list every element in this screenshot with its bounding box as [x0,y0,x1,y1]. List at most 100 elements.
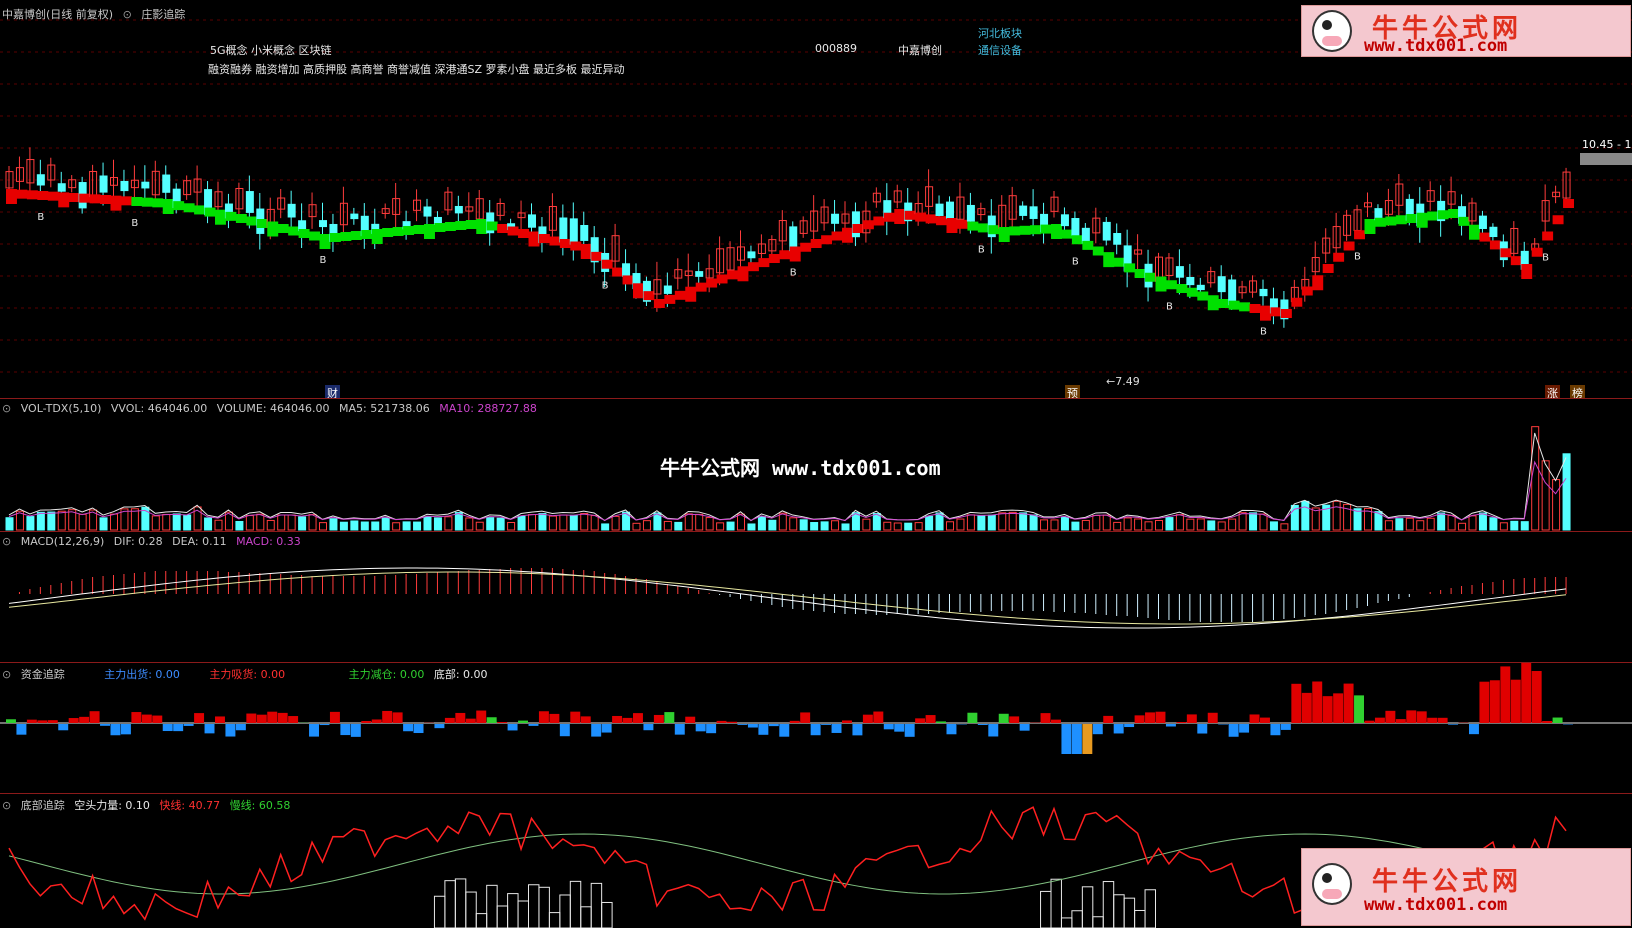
candle-body [528,214,536,228]
candle-body [1259,288,1268,297]
concepts-line-2: 融资融券 融资增加 高质押股 高商誉 商誉减值 深港通SZ 罗素小盘 最近多板 … [208,63,625,76]
trend-segment [194,205,206,215]
fund-bar [538,711,549,723]
fund-bar [1322,696,1333,723]
volume-bar [1384,520,1393,531]
fund-bar [444,717,455,723]
volume-bar [1426,517,1435,531]
fund-bar [1395,719,1406,723]
trend-segment [727,270,738,280]
volume-bar [1416,520,1425,531]
trend-segment [601,259,613,269]
candle-body [1196,284,1205,291]
cow-icon [1312,10,1352,52]
trend-segment [1134,269,1146,278]
trend-segment [497,224,509,233]
fund-bar [110,724,121,736]
volume-bar [674,521,683,531]
fund-bar [1051,719,1061,723]
fund-bar [1134,715,1145,723]
trend-segment [1291,297,1303,307]
fund-bar [695,724,706,732]
bottom-bar [454,878,467,928]
fund-panel[interactable]: ⊙ 资金追踪 主力出货: 0.00 主力吸货: 0.00 主力减仓: 0.00 … [0,663,1632,793]
trend-segment [894,209,906,224]
volume-bar [350,520,359,531]
sector-link[interactable]: 河北板块 [978,25,1022,41]
volume-bar [611,515,620,531]
volume-indicator-name: VOL-TDX(5,10) [20,402,102,415]
bottom-bar [548,912,561,928]
volume-bar [716,522,725,531]
finance-tag[interactable]: 财 [325,385,340,398]
price-chart[interactable]: B B B B B B B B B B B [0,0,1632,398]
fund-bar [1531,671,1542,723]
forecast-tag[interactable]: 预 [1065,385,1080,398]
volume-bar [235,520,244,531]
limit-up-tag[interactable]: 涨 [1545,385,1560,398]
volume-bar [1092,514,1101,531]
volume-bar [1217,521,1226,531]
trend-segment [1364,219,1376,234]
fund-bar [591,724,602,737]
volume-bar [998,512,1007,531]
bottom-bar [601,901,613,928]
volume-bar [977,515,986,531]
volume-bar [1008,511,1017,531]
volume-bar [1249,512,1258,531]
trend-segment [936,216,947,226]
trend-segment [1071,235,1083,245]
fund-bottom-value: 底部: 0.00 [433,668,488,681]
trend-segment [465,220,477,229]
fund-bar [152,715,163,723]
volume-bar [642,520,651,531]
macd-chart[interactable] [0,532,1632,662]
trend-segment [131,197,143,206]
fund-bar [183,724,194,726]
candle-body [1186,276,1195,286]
volume-bar [914,522,923,531]
trend-segment [1479,232,1491,242]
trend-segment [1145,272,1156,282]
fund-bar [810,724,821,736]
trend-segment [47,191,59,201]
volume-bar [287,514,296,531]
fund-chart[interactable] [0,663,1632,793]
collapse-icon[interactable]: ⊙ [2,668,11,681]
buy-marker: B [320,255,327,266]
volume-bar [1040,519,1049,531]
bottom-bar [1102,881,1115,928]
collapse-icon[interactable]: ⊙ [2,535,11,548]
fund-bar [340,724,351,736]
buy-marker: B [1542,253,1549,264]
fund-bar [361,720,372,723]
fund-bar [256,714,267,723]
fund-bar [1260,717,1270,723]
trend-segment [643,291,655,301]
candle-body [99,175,108,193]
collapse-icon[interactable]: ⊙ [123,8,132,21]
trend-segment [1437,210,1449,220]
industry-link[interactable]: 通信设备 [978,42,1022,58]
fund-bar [528,724,539,726]
trend-segment [476,219,488,234]
trend-segment [37,191,49,200]
macd-panel[interactable]: ⊙ MACD(12,26,9) DIF: 0.28 DEA: 0.11 MACD… [0,532,1632,662]
trend-segment [664,294,676,304]
trend-segment [538,234,550,243]
collapse-icon[interactable]: ⊙ [2,402,11,415]
candle-body [569,218,578,245]
volume-bar [726,521,735,531]
bottom-bar [528,884,540,928]
collapse-icon[interactable]: ⊙ [2,799,11,812]
volume-bar [831,520,840,531]
volume-bar [36,511,45,531]
trend-segment [267,221,279,237]
candle-body [36,174,45,186]
volume-bar [433,517,442,531]
price-label: 10.45 - 1 [1582,138,1632,151]
fund-bar [1239,724,1250,733]
volume-bar [705,517,714,531]
ranking-tag[interactable]: 榜 [1570,385,1585,398]
price-panel[interactable]: B B B B B B B B B B B 中嘉博创(日线 前复权) ⊙ 庄影追踪 5G概念 小米概… [0,0,1632,398]
